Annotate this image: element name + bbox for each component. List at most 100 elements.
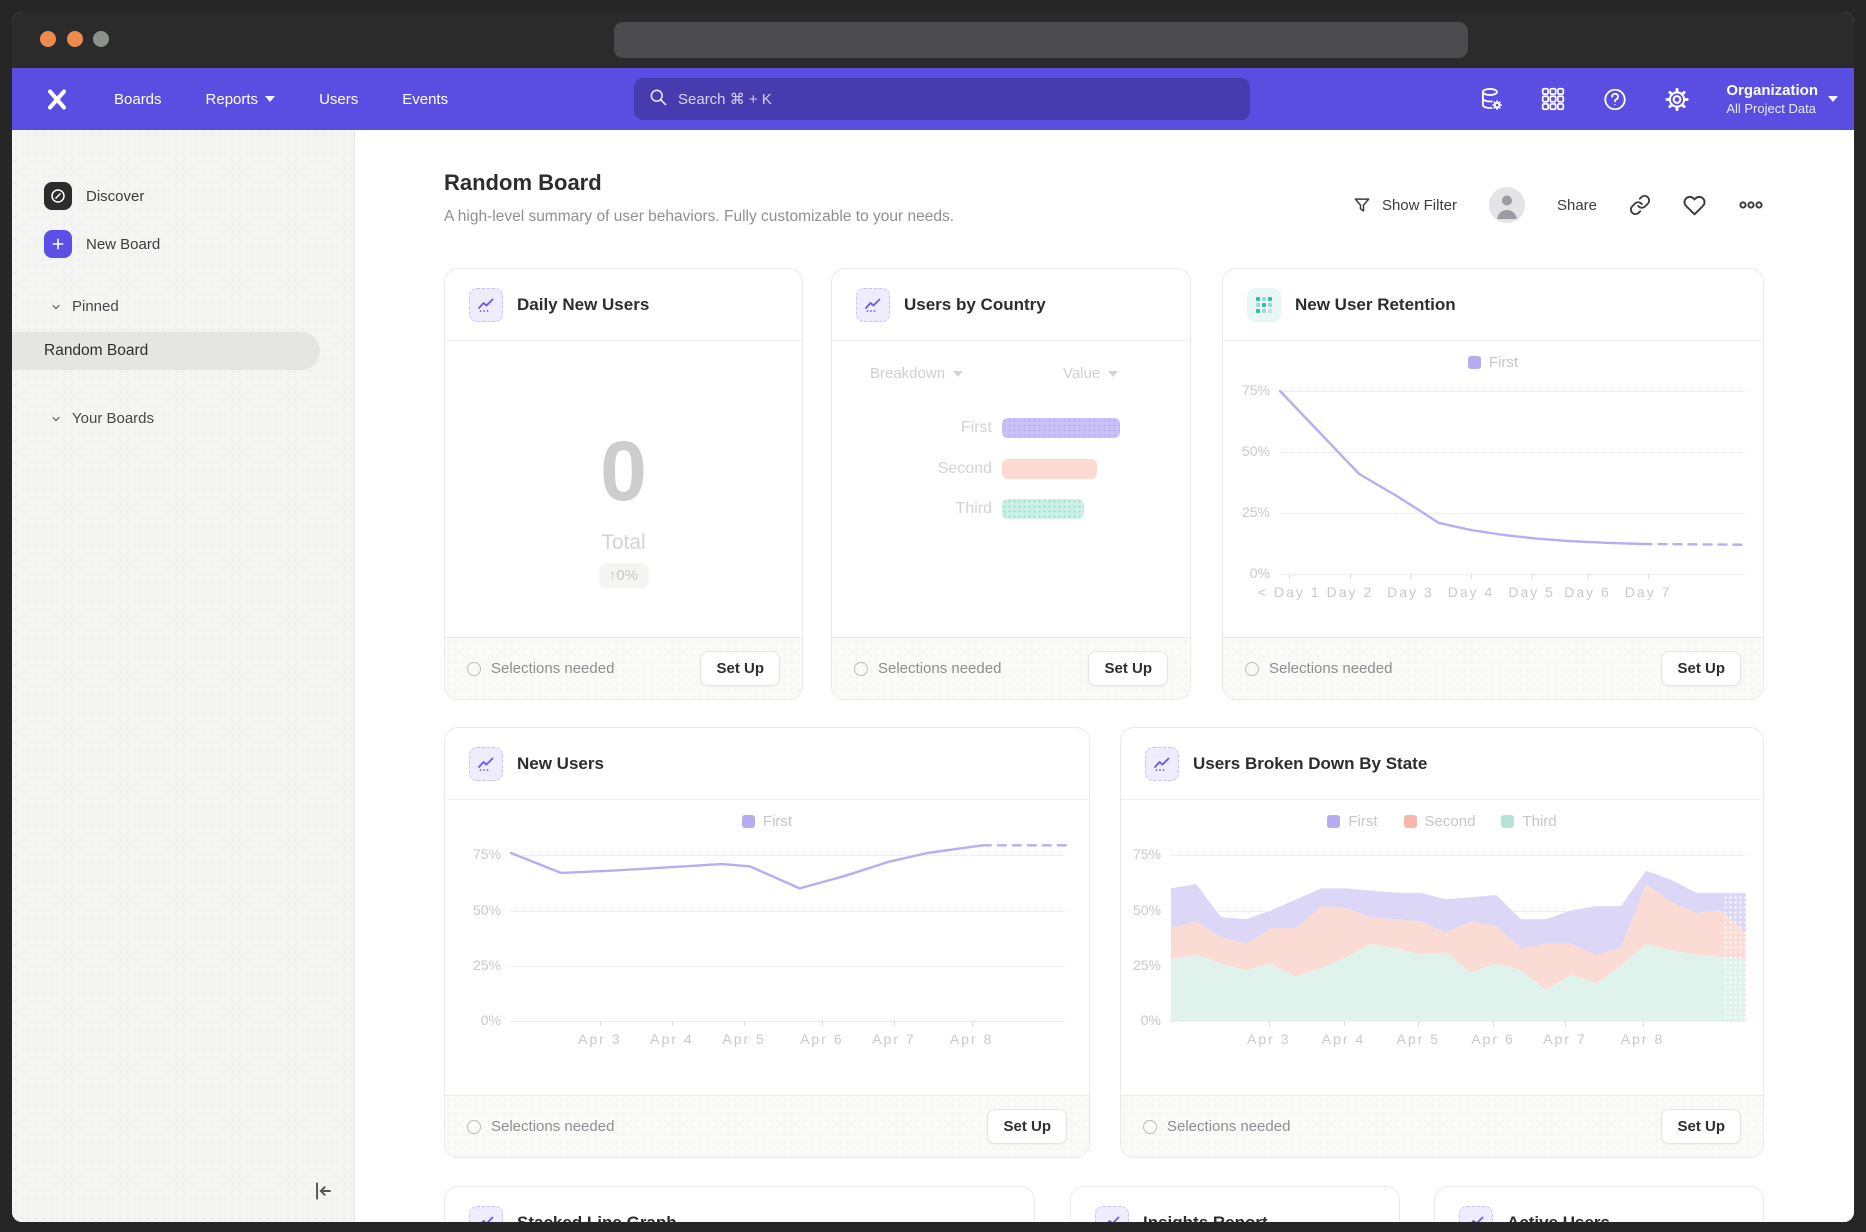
mixpanel-logo-icon[interactable] [44,86,70,112]
line-chart-icon [469,1206,503,1223]
nav-reports[interactable]: Reports [184,91,298,108]
window-minimize-button[interactable] [67,31,83,47]
card-footer: Selections needed Set Up [1223,637,1763,699]
status-circle-icon [1245,662,1259,676]
card-title: New User Retention [1295,295,1456,315]
x-axis-tick-mark [600,1021,601,1026]
window-close-button[interactable] [40,31,56,47]
metric-label: Total [445,531,802,555]
x-axis-tick-label: Apr 4 [1322,1031,1365,1047]
bar-label: Second [832,460,992,478]
card-daily-new-users: Daily New Users 0 Total ↑0% Selections n… [444,268,803,700]
status-label: Selections needed [491,1118,614,1135]
x-axis-tick-label: Day 5 [1508,584,1555,600]
x-axis-tick-mark [1565,1021,1566,1026]
nav-reports-label: Reports [206,91,259,108]
y-axis-tick-label: 50% [1222,443,1270,459]
selections-status: Selections needed [1245,660,1392,677]
y-axis-tick-label: 25% [1120,957,1161,973]
sidebar: Discover New Board Pinned Random Board Y… [12,130,355,1222]
avatar[interactable] [1489,187,1525,223]
sidebar-new-board-label: New Board [86,236,160,253]
x-axis-tick-mark [1648,574,1649,579]
forecast-overlay [1723,800,1746,1021]
share-label: Share [1557,197,1597,214]
search-input[interactable]: Search ⌘ + K [634,78,1250,120]
x-axis-tick-label: Apr 6 [800,1031,843,1047]
x-axis-tick-label: Apr 3 [1247,1031,1290,1047]
card-header: New Users [445,728,1089,800]
help-icon[interactable] [1602,86,1628,112]
sidebar-item-random-board[interactable]: Random Board [12,332,320,370]
bar-label: Third [832,500,992,518]
x-axis-tick-label: Apr 7 [872,1031,915,1047]
breakdown-label: Breakdown [870,365,945,382]
nav-users[interactable]: Users [297,91,380,108]
page-title: Random Board [444,170,602,196]
show-filter-label: Show Filter [1382,197,1457,214]
browser-window: Boards Reports Users Events Search ⌘ + K [12,12,1854,1222]
y-axis-tick-label: 75% [1222,382,1270,398]
card-title: Daily New Users [517,295,649,315]
data-management-icon[interactable] [1478,86,1504,112]
y-axis-tick-label: 75% [449,846,501,862]
status-circle-icon [467,1120,481,1134]
plus-icon [44,230,72,258]
line-chart-icon [469,747,503,781]
share-button[interactable]: Share [1557,197,1597,214]
x-axis-tick-mark [1418,1021,1419,1026]
org-switcher[interactable]: Organization All Project Data [1726,82,1838,116]
copy-link-icon[interactable] [1629,194,1651,216]
retention-line-chart: 75%50%25%0%< Day 1Day 2Day 3Day 4Day 5Da… [1280,330,1746,574]
retention-grid-icon [1247,288,1281,322]
x-axis-tick-mark [1588,574,1589,579]
pinned-section-label: Pinned [72,298,119,315]
x-axis-tick-label: Apr 8 [1621,1031,1664,1047]
chevron-down-icon [953,371,963,377]
bar-row: Second [832,459,1170,479]
line-chart-icon [1459,1206,1493,1223]
status-label: Selections needed [1269,660,1392,677]
your-boards-section-label: Your Boards [72,410,154,427]
set-up-button[interactable]: Set Up [1088,651,1168,686]
nav-boards[interactable]: Boards [92,91,184,108]
nav-events[interactable]: Events [380,91,470,108]
sidebar-item-discover[interactable]: Discover [44,182,144,210]
status-circle-icon [854,662,868,676]
set-up-button[interactable]: Set Up [700,651,780,686]
settings-gear-icon[interactable] [1664,86,1690,112]
window-zoom-button[interactable] [93,31,109,47]
set-up-button[interactable]: Set Up [987,1109,1067,1144]
filter-icon [1352,195,1372,215]
favorite-heart-icon[interactable] [1683,194,1706,217]
nav-events-label: Events [402,91,448,108]
card-header: Users Broken Down By State [1121,728,1763,800]
chevron-down-icon [265,96,275,102]
card-active-users: Active Users [1434,1186,1764,1222]
chevron-down-icon [50,413,62,425]
sidebar-section-pinned[interactable]: Pinned [50,298,119,315]
set-up-button[interactable]: Set Up [1661,1109,1741,1144]
bar-first [1002,418,1120,438]
sidebar-section-your-boards[interactable]: Your Boards [50,410,154,427]
chart-controls: Breakdown Value [870,365,1160,382]
x-axis-tick-label: Day 3 [1387,584,1434,600]
set-up-button[interactable]: Set Up [1661,651,1741,686]
sidebar-collapse-button[interactable] [310,1178,336,1204]
more-options-icon[interactable] [1738,192,1764,218]
bar-label: First [832,419,992,437]
card-footer: Selections needed Set Up [445,637,802,699]
bar-row: First [832,418,1170,438]
y-axis-tick-label: 0% [449,1012,501,1028]
address-bar[interactable] [614,22,1468,58]
show-filter-button[interactable]: Show Filter [1352,195,1457,215]
x-axis-tick-mark [1471,574,1472,579]
apps-grid-icon[interactable] [1540,86,1566,112]
card-title: Users Broken Down By State [1193,754,1427,774]
chevron-down-icon [1828,96,1838,102]
x-axis-tick-label: Apr 7 [1543,1031,1586,1047]
sidebar-item-new-board[interactable]: New Board [44,230,160,258]
value-dropdown[interactable]: Value [1063,365,1118,382]
board-actions: Show Filter Share [1352,186,1764,224]
breakdown-dropdown[interactable]: Breakdown [870,365,963,382]
